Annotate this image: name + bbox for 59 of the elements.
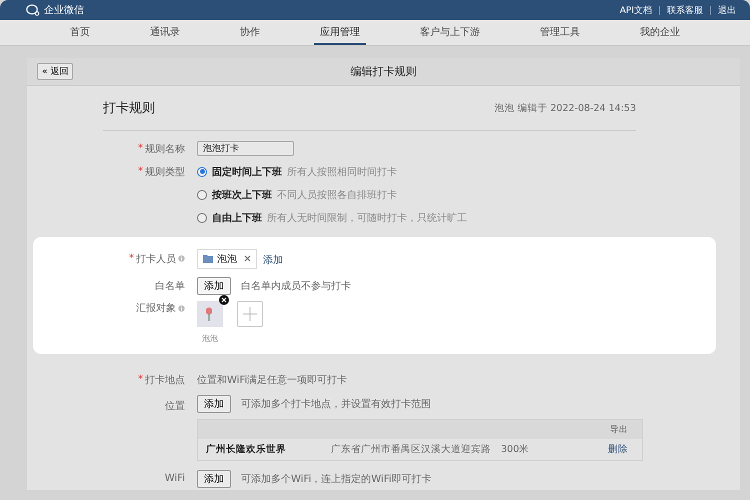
info-icon <box>178 304 185 312</box>
back-button[interactable]: « 返回 <box>37 63 74 80</box>
option-hint: 不同人员按照各自排班打卡 <box>277 188 397 202</box>
add-button[interactable]: 添加 <box>197 470 231 488</box>
header-link[interactable]: 联系客服 <box>667 4 703 16</box>
field-label: WiFi <box>164 473 185 484</box>
required-mark: * <box>129 253 134 264</box>
header-link[interactable]: 退出 <box>718 4 736 16</box>
required-mark: * <box>138 374 143 385</box>
field-hint: 可添加多个WiFi，连上指定的WiFi即可打卡 <box>241 474 432 484</box>
radio-button[interactable] <box>197 190 207 200</box>
location-address: 广东省广州市番禺区汉溪大道迎宾路 <box>331 443 491 456</box>
add-button[interactable]: 添加 <box>197 276 231 294</box>
required-mark: * <box>138 166 143 177</box>
radio-button[interactable] <box>197 166 207 176</box>
option-label: 自由上下班 <box>212 212 262 224</box>
field-hint: 可添加多个打卡地点，并设置有效打卡范围 <box>241 399 431 410</box>
folder-icon <box>203 254 213 262</box>
field-label: 规则名称 <box>145 142 185 156</box>
rule-name-field[interactable]: 泡泡打卡 <box>197 141 294 156</box>
edit-info: 泡泡 编辑于 2022-08-24 14:53 <box>494 102 636 114</box>
radio-button[interactable] <box>197 212 207 222</box>
field-label: 打卡地点 <box>145 374 185 386</box>
field-label: 规则类型 <box>145 166 185 178</box>
field-label: 位置 <box>165 400 185 413</box>
field-hint: 白名单内成员不参与打卡 <box>241 280 351 292</box>
field-label: 打卡人员 <box>136 252 176 266</box>
delete-link[interactable]: 删除 <box>602 442 634 457</box>
nav-tab[interactable]: 客户与上下游 <box>414 20 486 45</box>
remove-icon[interactable] <box>219 295 229 305</box>
option-label: 固定时间上下班 <box>212 165 282 178</box>
nav-tab[interactable]: 首页 <box>64 20 96 45</box>
nav-tab[interactable]: 我的企业 <box>634 20 686 45</box>
flower-icon <box>206 307 212 321</box>
option-hint: 所有人无时间限制，可随时打卡，只统计旷工 <box>267 212 467 224</box>
nav-tab[interactable]: 通讯录 <box>144 20 186 45</box>
section-title: 打卡规则 <box>103 100 155 117</box>
option-label: 按班次上下班 <box>212 188 272 202</box>
add-link[interactable]: 添加 <box>257 252 283 266</box>
nav-tab[interactable]: 管理工具 <box>534 20 586 45</box>
export-link[interactable]: 导出 <box>604 422 634 436</box>
chat-bubbles-icon <box>26 4 40 16</box>
person-name: 泡泡 <box>202 333 218 344</box>
field-label: 白名单 <box>155 280 185 292</box>
location-range: 300米 <box>501 443 530 456</box>
nav-tab[interactable]: 协作 <box>234 20 266 45</box>
nav-tab[interactable]: 应用管理 <box>314 20 366 45</box>
required-mark: * <box>138 143 143 154</box>
location-name: 广州长隆欢乐世界 <box>206 443 287 456</box>
header-link[interactable]: API文档 <box>620 4 652 16</box>
logo-text: 企业微信 <box>44 4 84 17</box>
field-label: 汇报对象 <box>136 302 176 315</box>
plus-icon <box>243 307 257 321</box>
page-title: 编辑打卡规则 <box>350 64 416 79</box>
add-button[interactable]: 添加 <box>197 395 231 413</box>
option-hint: 所有人按照相同时间打卡 <box>287 166 397 178</box>
info-icon <box>178 255 185 262</box>
field-hint: 位置和WiFi满足任意一项即可打卡 <box>197 374 348 386</box>
member-tag: 泡泡 <box>197 248 257 268</box>
